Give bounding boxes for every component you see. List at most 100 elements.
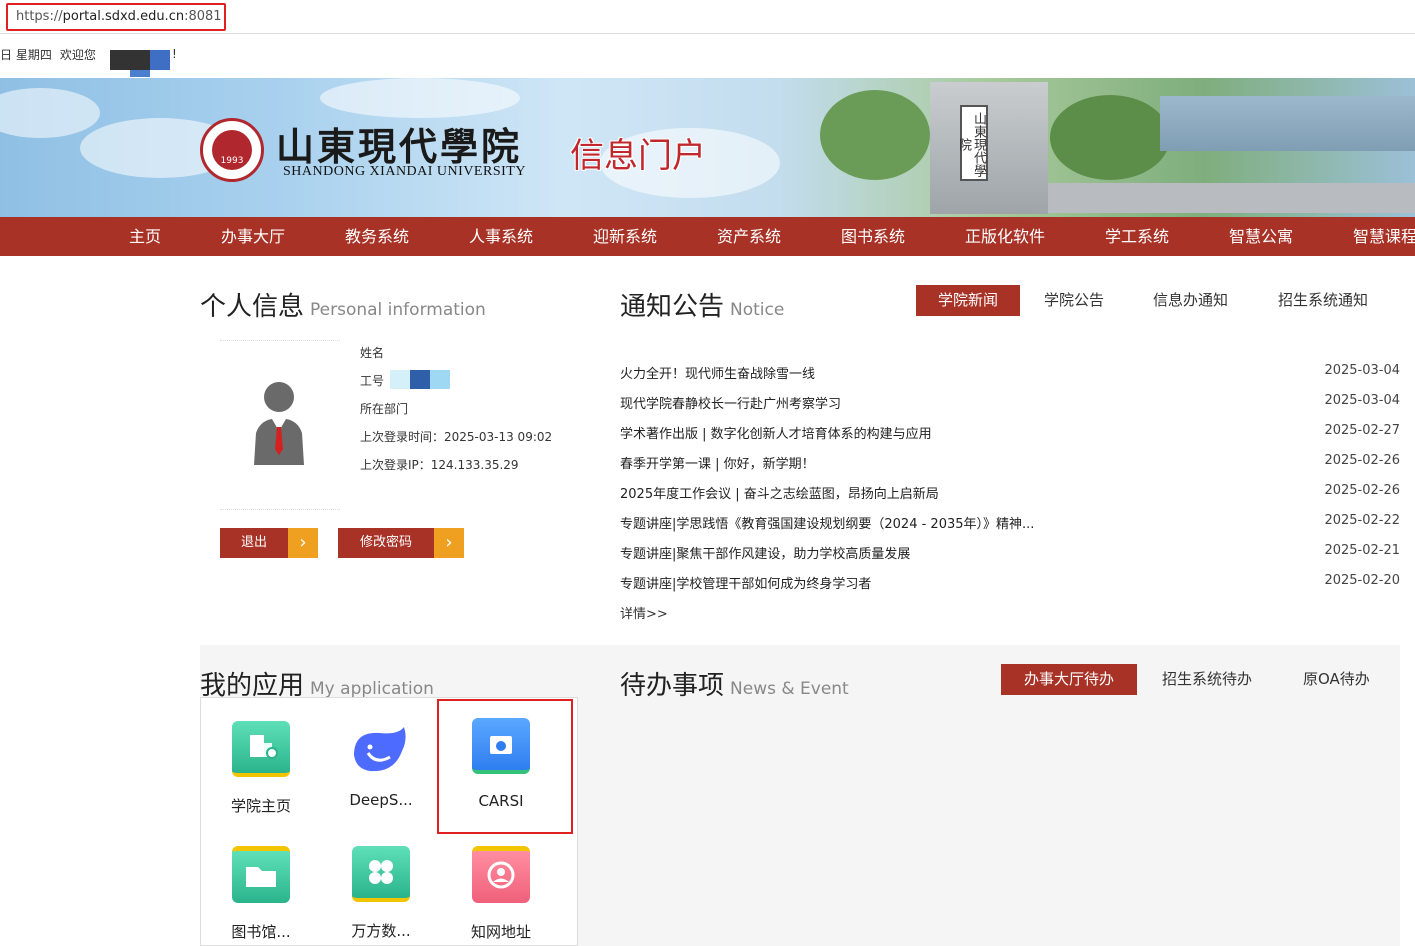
nav-item-courses[interactable]: 智慧课程 [1353,217,1415,256]
news-title: 专题讲座|学校管理干部如何成为终身学习者 [620,577,872,592]
last-login-ip: 上次登录IP：124.133.35.29 [360,458,519,472]
app-name: 学院主页 [230,797,291,815]
campus-road-image [1040,183,1415,213]
nav-item-home[interactable]: 主页 [129,217,161,256]
tab-admissions-todo[interactable]: 招生系统待办 [1162,664,1252,695]
news-item[interactable]: 现代学院春静校长一行赴广州考察学习 2025-03-04 [620,387,1400,417]
news-item[interactable]: 专题讲座|学思践悟《教育强国建设规划纲要（2024 - 2035年）》精神...… [620,507,1400,537]
redacted-id [390,370,410,389]
app-college-home[interactable]: 学院主页 [206,721,316,816]
news-date: 2025-03-04 [1324,393,1400,408]
tab-college-announcements[interactable]: 学院公告 [1044,285,1104,316]
app-name: 知网地址 [470,923,531,941]
greeting-text: 欢迎您 [59,48,96,62]
news-date: 2025-03-04 [1324,363,1400,378]
gate-plaque: 山東現代學院 [956,105,988,181]
welcome-bar: 日 星期四 欢迎您 [0,46,96,63]
news-title: 火力全开！现代师生奋战除雪一线 [620,367,816,382]
news-item[interactable]: 2025年度工作会议 | 奋斗之志绘蓝图，昂扬向上启新局 2025-02-26 [620,477,1400,507]
tree-decoration [820,90,930,180]
news-title: 专题讲座|学思践悟《教育强国建设规划纲要（2024 - 2035年）》精神... [620,517,1035,532]
school-name-en: SHANDONG XIANDAI UNIVERSITY [283,164,526,179]
building-icon [232,721,290,777]
news-date: 2025-02-27 [1324,423,1400,438]
nav-item-welcome[interactable]: 迎新系统 [593,217,657,256]
person-icon [254,382,304,465]
app-cnki[interactable]: 知网地址 [446,846,556,942]
tab-service-hall-todo[interactable]: 办事大厅待办 [1001,664,1137,695]
tab-college-news[interactable]: 学院新闻 [916,285,1020,316]
notice-title: 通知公告 Notice [620,286,784,323]
change-password-button[interactable]: 修改密码 › [338,528,464,558]
grid-icon [352,846,410,902]
app-wanfang[interactable]: 万方数... [326,846,436,941]
nav-item-assets[interactable]: 资产系统 [717,217,781,256]
news-item[interactable]: 专题讲座|学校管理干部如何成为终身学习者 2025-02-20 [620,567,1400,597]
school-name-cn: 山東現代學院 [276,124,523,169]
weekday-text: 日 星期四 [0,48,52,62]
news-date: 2025-02-26 [1324,483,1400,498]
app-library[interactable]: 图书馆... [206,846,316,942]
nav-item-library[interactable]: 图书系统 [841,217,905,256]
nav-item-software[interactable]: 正版化软件 [965,217,1045,256]
school-seal-icon: 1993 [200,118,264,182]
news-title: 现代学院春静校长一行赴广州考察学习 [620,397,842,412]
news-date: 2025-02-20 [1324,573,1400,588]
folder-icon [232,846,290,903]
nav-item-student-affairs[interactable]: 学工系统 [1105,217,1169,256]
app-name: 图书馆... [231,923,291,941]
whale-icon [352,721,410,773]
news-title: 春季开学第一课 | 你好，新学期！ [620,457,815,472]
redacted-id [430,370,450,389]
carsi-highlight-box [437,699,573,834]
tree-decoration [1050,95,1170,180]
tab-oa-todo[interactable]: 原OA待办 [1303,664,1370,695]
nav-item-hr[interactable]: 人事系统 [469,217,533,256]
url-port: :8081 [184,9,222,24]
last-login-time: 上次登录时间：2025-03-13 09:02 [360,430,553,444]
news-date: 2025-02-22 [1324,513,1400,528]
logout-label: 退出 [220,528,288,558]
news-item[interactable]: 学术著作出版 | 数字化创新人才培育体系的构建与应用 2025-02-27 [620,417,1400,447]
chevron-right-icon: › [288,528,318,558]
logout-button[interactable]: 退出 › [220,528,318,558]
todo-title-en: News & Event [730,679,849,699]
news-item[interactable]: 春季开学第一课 | 你好，新学期！ 2025-02-26 [620,447,1400,477]
personal-info-title: 个人信息 Personal information [200,286,486,323]
apps-title-en: My application [310,679,434,699]
notice-title-cn: 通知公告 [620,292,725,322]
campus-gate-image [930,82,1048,214]
todo-title-cn: 待办事项 [620,671,725,701]
nav-item-service-hall[interactable]: 办事大厅 [221,217,285,256]
department-label: 所在部门 [360,402,409,416]
news-date: 2025-02-21 [1324,543,1400,558]
personal-title-cn: 个人信息 [200,292,305,322]
name-label: 姓名 [360,346,385,360]
greeting-exclaim: ! [172,47,177,61]
redacted-username-3 [130,70,150,77]
seal-year: 1993 [212,130,252,170]
personal-title-en: Personal information [310,300,486,320]
url-scheme: https:// [16,9,63,24]
redacted-username-2 [150,50,170,70]
todo-title: 待办事项 News & Event [620,665,849,702]
redacted-username [110,50,150,70]
url-field[interactable]: https://portal.sdxd.edu.cn:8081 [6,3,226,31]
app-name: DeepS... [349,791,413,809]
staff-id-label: 工号 [360,374,385,388]
campus-building-image [1160,96,1415,151]
nav-item-apartment[interactable]: 智慧公寓 [1229,217,1293,256]
main-nav: 主页 办事大厅 教务系统 人事系统 迎新系统 资产系统 图书系统 正版化软件 学… [0,217,1415,256]
news-title: 2025年度工作会议 | 奋斗之志绘蓝图，昂扬向上启新局 [620,487,939,502]
people-icon [472,846,530,903]
news-item[interactable]: 火力全开！现代师生奋战除雪一线 2025-03-04 [620,357,1400,387]
news-item[interactable]: 专题讲座|聚焦干部作风建设，助力学校高质量发展 2025-02-21 [620,537,1400,567]
news-title: 学术著作出版 | 数字化创新人才培育体系的构建与应用 [620,427,932,442]
app-deepseek[interactable]: DeepS... [326,721,436,809]
nav-item-academic[interactable]: 教务系统 [345,217,409,256]
chevron-right-icon: › [434,528,464,558]
notice-title-en: Notice [730,300,785,320]
tab-admissions-notices[interactable]: 招生系统通知 [1278,285,1368,316]
news-more-link[interactable]: 详情>> [620,603,668,622]
tab-info-office-notices[interactable]: 信息办通知 [1153,285,1228,316]
